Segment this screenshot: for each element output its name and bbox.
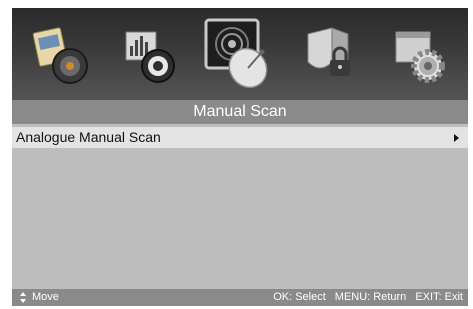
menu-list: Analogue Manual Scan — [12, 124, 468, 289]
move-hint: Move — [20, 289, 59, 306]
up-down-arrows-icon — [20, 292, 27, 303]
tv-osd-menu: Manual Scan Analogue Manual Scan Move OK… — [12, 8, 468, 306]
return-hint: MENU: Return — [334, 291, 407, 303]
submenu-arrow-icon — [454, 134, 459, 142]
exit-hint: EXIT: Exit — [415, 291, 463, 303]
select-hint: OK: Select — [273, 291, 326, 303]
menu-item-analogue-manual-scan[interactable]: Analogue Manual Scan — [12, 127, 468, 148]
picture-sound-icon[interactable] — [30, 22, 94, 90]
lock-icon[interactable] — [298, 22, 362, 90]
status-bar: Move OK: Select MENU: Return EXIT: Exit — [12, 289, 468, 306]
main-menu-icon-bar — [12, 8, 468, 100]
sound-setup-icon[interactable] — [118, 22, 182, 90]
move-hint-label: Move — [32, 291, 59, 303]
menu-item-label: Analogue Manual Scan — [16, 129, 161, 145]
key-hints: OK: Select MENU: Return EXIT: Exit — [273, 289, 463, 306]
page-title: Manual Scan — [12, 100, 468, 124]
setup-gear-icon[interactable] — [388, 22, 452, 90]
channel-scan-icon[interactable] — [202, 16, 274, 94]
